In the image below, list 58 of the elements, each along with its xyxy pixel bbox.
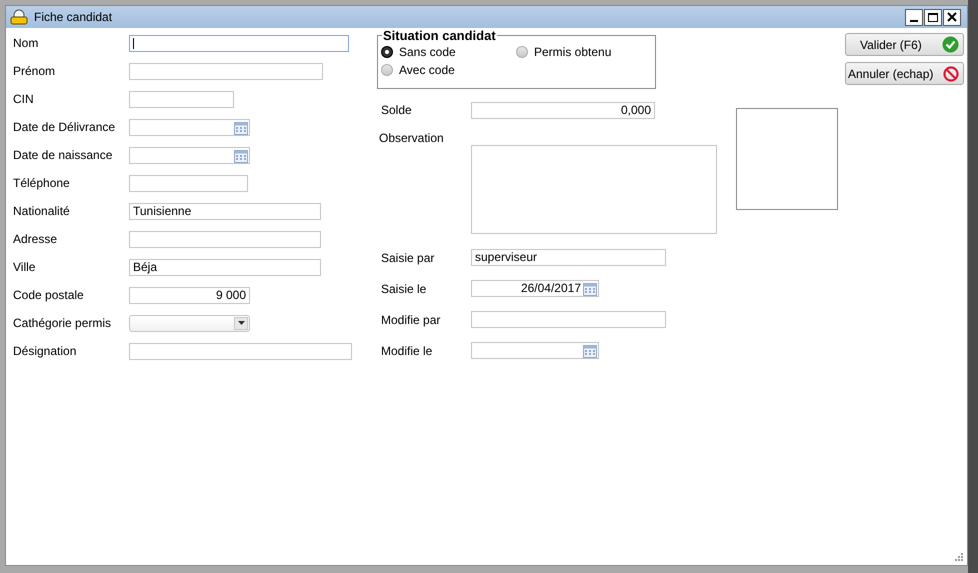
date-field[interactable] (129, 118, 250, 136)
radio-option[interactable]: Permis obtenu (516, 45, 646, 59)
text-field[interactable]: Béja (129, 258, 321, 276)
date-field[interactable] (471, 342, 599, 359)
field-label: Cathégorie permis (13, 315, 112, 332)
close-icon (947, 12, 957, 22)
app-icon (10, 9, 28, 25)
field-label: Date de naissance (13, 147, 114, 164)
no-entry-icon (943, 66, 959, 82)
field-label: Observation (378, 130, 445, 145)
field-label: Prénom (13, 63, 56, 80)
text-field[interactable] (471, 311, 666, 328)
field-label: Saisie par (381, 250, 436, 266)
radio-button[interactable] (381, 46, 393, 58)
text-field[interactable] (129, 230, 321, 248)
text-field[interactable]: superviseur (471, 249, 666, 266)
field-label: Solde (381, 102, 413, 119)
text-field[interactable] (129, 62, 323, 80)
calendar-icon[interactable] (234, 120, 248, 134)
calendar-icon[interactable] (234, 148, 248, 162)
field-label: Désignation (13, 343, 78, 360)
dropdown-arrow-icon[interactable] (238, 321, 244, 325)
calendar-icon[interactable] (583, 282, 597, 296)
date-field[interactable] (129, 146, 250, 164)
window-title: Fiche candidat (34, 9, 112, 26)
field-label: Ville (13, 259, 36, 276)
date-field[interactable]: 26/04/2017 (471, 280, 599, 297)
text-field[interactable] (129, 342, 352, 360)
field-label: CIN (13, 91, 35, 108)
radio-option[interactable]: Avec code (381, 63, 516, 77)
radio-button[interactable] (516, 46, 528, 58)
text-field[interactable] (129, 174, 248, 192)
cancel-button[interactable]: Annuler (echap) (845, 62, 964, 85)
number-field[interactable]: 9 000 (129, 286, 250, 304)
text-area[interactable] (471, 145, 717, 234)
number-field[interactable]: 0,000 (471, 102, 655, 118)
text-field[interactable] (129, 90, 234, 108)
maximize-button[interactable] (924, 8, 942, 26)
field-label: Adresse (13, 231, 58, 248)
field-label: Modifie par (381, 312, 442, 328)
field-label: Modifie le (381, 342, 434, 360)
validate-button[interactable]: Valider (F6) (845, 33, 964, 56)
text-field[interactable]: Tunisienne (129, 202, 321, 220)
resize-grip[interactable] (955, 553, 963, 561)
radio-option[interactable]: Sans code (381, 45, 516, 59)
field-label: Téléphone (13, 175, 71, 192)
minimize-button[interactable] (905, 8, 923, 26)
calendar-icon[interactable] (583, 344, 597, 358)
field-label: Date de Délivrance (13, 119, 116, 136)
group-title: Situation candidat (382, 28, 497, 43)
radio-button[interactable] (381, 64, 393, 76)
field-label: Code postale (13, 287, 85, 304)
text-field[interactable] (129, 34, 349, 52)
field-label: Nationalité (13, 203, 71, 220)
field-label: Nom (13, 35, 40, 52)
field-label: Saisie le (381, 280, 428, 298)
check-icon (942, 36, 959, 53)
close-button[interactable] (943, 8, 961, 26)
